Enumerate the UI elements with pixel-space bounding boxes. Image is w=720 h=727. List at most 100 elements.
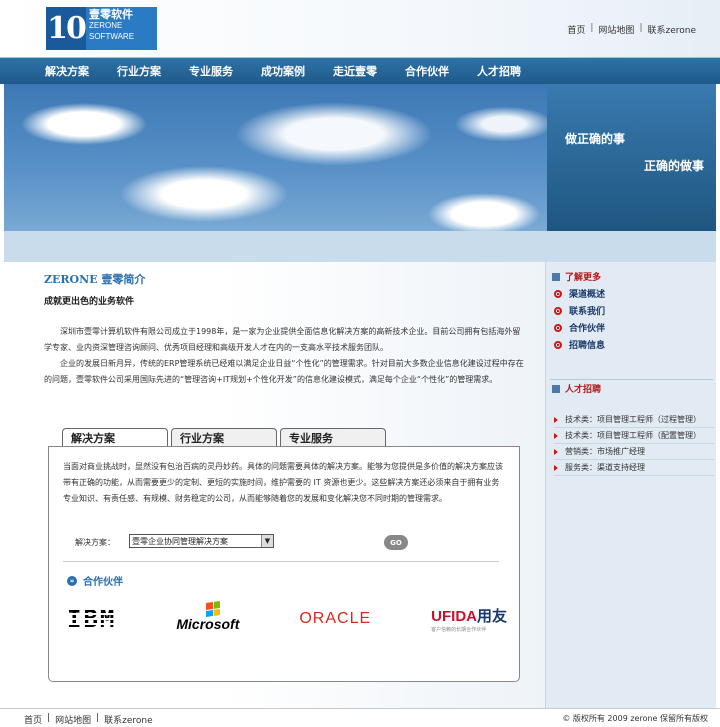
tab-panel: 当面对商业挑战时，显然没有包治百病的灵丹妙药。具体的问题需要具体的解决方案。能够… [48, 446, 520, 682]
windows-flag-icon [206, 601, 221, 617]
ibm-logo[interactable]: IBM [67, 605, 116, 633]
intro-title-cn: 壹零简介 [101, 273, 146, 286]
partner-logos: IBM Microsoft ORACLE UFIDA用友 客户信赖的长期合作伙伴 [67, 599, 507, 639]
logo-en1: ZERONE [89, 21, 123, 30]
jobs-title: 人才招聘 [565, 385, 602, 395]
nav-partners[interactable]: 合作伙伴 [405, 63, 449, 79]
separator: | [639, 23, 643, 33]
copyright: © 版权所有 2009 zerone 保留所有版权 [562, 714, 708, 723]
arrow-right-icon: » [67, 575, 77, 586]
job-label: 服务类：渠道支持经理 [565, 463, 645, 472]
microsoft-logo-text: Microsoft [176, 616, 240, 632]
ufida-logo-cn: 用友 [476, 608, 507, 625]
tab-bar: 解决方案 行业方案 专业服务 [62, 428, 386, 447]
main-nav: 解决方案 行业方案 专业服务 成功案例 走近壹零 合作伙伴 人才招聘 [0, 57, 720, 84]
logo-en2: SOFTWARE [89, 32, 135, 41]
intro-title-en: ZERONE [44, 273, 98, 286]
decorative-strip [4, 231, 716, 262]
divider [63, 561, 499, 562]
sidebar-item-contact-us[interactable]: 联系我们 [554, 302, 605, 319]
triangle-bullet-icon [554, 432, 558, 439]
square-bullet-icon [552, 272, 560, 281]
tab-services[interactable]: 专业服务 [280, 428, 386, 446]
logo-text: 壹零软件 ZERONE SOFTWARE [86, 7, 157, 50]
go-button[interactable]: GO [384, 535, 408, 550]
nav-services[interactable]: 专业服务 [189, 63, 233, 79]
job-item[interactable]: 技术类：项目管理工程师（过程管理） [554, 412, 714, 428]
logo-number: 10 [46, 7, 87, 50]
tab-solutions[interactable]: 解决方案 [62, 428, 168, 447]
job-label: 技术类：项目管理工程师（配置管理） [565, 431, 701, 440]
sidebar-item-label: 渠道概述 [569, 290, 606, 300]
microsoft-logo[interactable]: Microsoft [176, 601, 240, 632]
arrow-circle-icon [554, 289, 562, 298]
nav-careers[interactable]: 人才招聘 [477, 63, 521, 79]
sidebar-item-recruitment[interactable]: 招聘信息 [554, 336, 605, 353]
separator: | [96, 713, 100, 723]
ufida-slogan: 客户信赖的长期合作伙伴 [431, 627, 487, 633]
nav-cases[interactable]: 成功案例 [261, 63, 305, 79]
footer-link-sitemap[interactable]: 网站地图 [55, 713, 91, 726]
sky-banner-image [4, 84, 547, 231]
partners-title: 合作伙伴 [83, 577, 123, 588]
slogan-line-1: 做正确的事 [565, 132, 626, 146]
logo-cn: 壹零软件 [89, 8, 133, 21]
tab-industry[interactable]: 行业方案 [171, 428, 277, 446]
partners-heading: » 合作伙伴 [67, 573, 123, 588]
sidebar-item-channel-overview[interactable]: 渠道概述 [554, 285, 605, 302]
intro-subtitle: 成就更出色的业务软件 [44, 297, 135, 307]
sidebar-item-partners[interactable]: 合作伙伴 [554, 319, 605, 336]
company-logo[interactable]: 10 壹零软件 ZERONE SOFTWARE [46, 7, 157, 50]
panel-text: 当面对商业挑战时，显然没有包治百病的灵丹妙药。具体的问题需要具体的解决方案。能够… [63, 462, 503, 503]
slogan-panel: 做正确的事 正确的做事 [547, 84, 716, 231]
footer-link-home[interactable]: 首页 [24, 713, 42, 726]
sidebar-links: 渠道概述 联系我们 合作伙伴 招聘信息 [554, 285, 605, 353]
job-item[interactable]: 技术类：项目管理工程师（配置管理） [554, 428, 714, 444]
divider [550, 379, 713, 380]
nav-industry[interactable]: 行业方案 [117, 63, 161, 79]
job-item[interactable]: 营销类：市场推广经理 [554, 444, 714, 460]
intro-text: 深圳市壹零计算机软件有限公司成立于1998年，是一家为企业提供全面信息化解决方案… [44, 324, 524, 388]
intro-paragraph-2: 企业的发展日新月异，传统的ERP管理系统已经难以满足企业日益“个性化”的管理需求… [44, 359, 524, 384]
learn-more-title: 了解更多 [565, 273, 602, 283]
arrow-circle-icon [554, 306, 562, 315]
main-content: ZERONE 壹零简介 成就更出色的业务软件 深圳市壹零计算机软件有限公司成立于… [4, 262, 545, 708]
top-link-contact[interactable]: 联系zerone [647, 23, 696, 36]
triangle-bullet-icon [554, 416, 558, 423]
triangle-bullet-icon [554, 448, 558, 455]
sidebar: 了解更多 渠道概述 联系我们 合作伙伴 招聘信息 人才招聘 技术类：项目管理工程… [545, 262, 716, 708]
nav-about[interactable]: 走近壹零 [333, 63, 377, 79]
chevron-down-icon[interactable]: ▼ [261, 535, 273, 547]
separator: | [47, 713, 51, 723]
ufida-logo[interactable]: UFIDA用友 客户信赖的长期合作伙伴 [431, 605, 507, 633]
solution-select[interactable]: 壹零企业协同管理解决方案 ▼ [129, 534, 274, 548]
arrow-circle-icon [554, 340, 562, 349]
nav-solutions[interactable]: 解决方案 [45, 63, 89, 79]
square-bullet-icon [552, 384, 560, 393]
ufida-logo-text: UFIDA用友 [431, 605, 507, 626]
solution-select-label: 解决方案： [75, 538, 115, 547]
intro-title: ZERONE 壹零简介 [44, 271, 145, 287]
triangle-bullet-icon [554, 464, 558, 471]
job-label: 营销类：市场推广经理 [565, 447, 645, 456]
footer: 首页 | 网站地图 | 联系zerone © 版权所有 2009 zerone … [0, 708, 720, 727]
jobs-heading: 人才招聘 [552, 382, 601, 395]
job-list: 技术类：项目管理工程师（过程管理） 技术类：项目管理工程师（配置管理） 营销类：… [554, 412, 714, 476]
solution-select-value: 壹零企业协同管理解决方案 [132, 536, 228, 546]
slogan-line-2: 正确的做事 [643, 159, 704, 173]
footer-link-contact[interactable]: 联系zerone [104, 713, 153, 726]
job-item[interactable]: 服务类：渠道支持经理 [554, 460, 714, 476]
header: 10 壹零软件 ZERONE SOFTWARE 首页 | 网站地图 | 联系ze… [0, 0, 720, 57]
top-link-sitemap[interactable]: 网站地图 [598, 23, 634, 36]
sidebar-item-label: 联系我们 [569, 307, 606, 317]
job-label: 技术类：项目管理工程师（过程管理） [565, 415, 701, 424]
top-link-home[interactable]: 首页 [567, 23, 585, 36]
top-links: 首页 | 网站地图 | 联系zerone [567, 23, 696, 36]
separator: | [590, 23, 594, 33]
learn-more-heading: 了解更多 [552, 270, 601, 283]
footer-links: 首页 | 网站地图 | 联系zerone [24, 713, 153, 726]
intro-paragraph-1: 深圳市壹零计算机软件有限公司成立于1998年，是一家为企业提供全面信息化解决方案… [44, 327, 521, 352]
sidebar-item-label: 招聘信息 [569, 341, 606, 351]
oracle-logo[interactable]: ORACLE [299, 610, 371, 628]
ufida-logo-en: UFIDA [431, 608, 477, 625]
